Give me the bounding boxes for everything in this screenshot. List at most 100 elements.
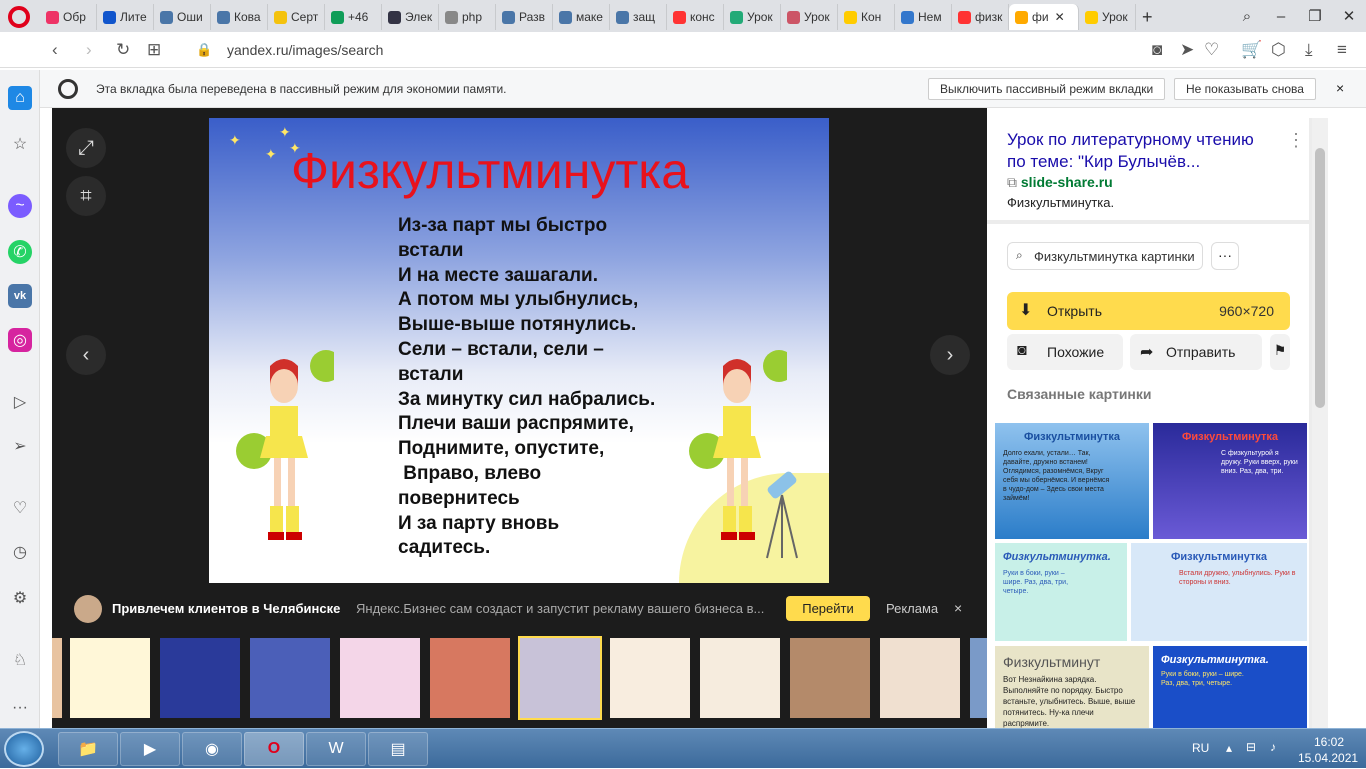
thumbnail[interactable] — [430, 638, 510, 718]
related-image[interactable]: Физкультминутка С физкультурой я дружу. … — [1153, 423, 1307, 539]
tips-bulb-icon[interactable]: ♘ — [8, 648, 32, 672]
messenger-icon[interactable]: ~ — [8, 194, 32, 218]
crop-icon[interactable]: ⌗ — [66, 176, 106, 216]
instagram-icon[interactable]: ◎ — [8, 328, 32, 352]
language-indicator[interactable]: RU — [1192, 741, 1209, 755]
chrome-icon[interactable]: ◉ — [182, 732, 242, 766]
search-query-chip[interactable]: ⌕ Физкультминутка картинки — [1007, 242, 1203, 270]
tab[interactable]: Кон — [838, 4, 895, 30]
source-title-link[interactable]: Урок по литературному чтению по теме: "К… — [1007, 129, 1277, 173]
tab[interactable]: +46 — [325, 4, 382, 30]
prev-image-icon[interactable]: ‹ — [66, 335, 106, 375]
volume-icon[interactable]: ♪ — [1270, 740, 1276, 754]
thumbnail[interactable] — [610, 638, 690, 718]
tab[interactable]: Обр — [40, 4, 97, 30]
related-image[interactable]: Физкультминутка. Руки в боки, руки – шир… — [1153, 646, 1307, 728]
fullscreen-icon[interactable]: ⤢ — [66, 128, 106, 168]
thumbnail[interactable] — [70, 638, 150, 718]
forward-icon[interactable]: › — [86, 40, 92, 60]
player-icon[interactable]: ▷ — [8, 390, 32, 414]
menu-icon[interactable]: ≡ — [1337, 40, 1347, 60]
opera-menu-icon[interactable] — [8, 6, 30, 28]
thumbnail[interactable] — [970, 638, 987, 718]
thumbnail[interactable] — [160, 638, 240, 718]
scrollbar-thumb[interactable] — [1315, 148, 1325, 408]
settings-gear-icon[interactable]: ⚙ — [8, 586, 32, 610]
tab[interactable]: php — [439, 4, 496, 30]
source-site-link[interactable]: ⧉ slide-share.ru — [1007, 174, 1113, 191]
back-icon[interactable]: ‹ — [52, 40, 58, 60]
tab[interactable]: Серт — [268, 4, 325, 30]
panel-scrollbar[interactable] — [1312, 118, 1328, 728]
ad-title[interactable]: Привлечем клиентов в Челябинске — [112, 601, 340, 616]
tab[interactable]: Элек — [382, 4, 439, 30]
box-icon[interactable]: ⬡ — [1271, 40, 1286, 60]
disable-passive-button[interactable]: Выключить пассивный режим вкладки — [928, 78, 1166, 100]
thumbnail-selected[interactable] — [518, 636, 602, 720]
clock-date[interactable]: 15.04.2021 — [1298, 751, 1358, 765]
related-image[interactable]: Физкультминут Вот Незнайкина зарядка. Вы… — [995, 646, 1149, 728]
ad-go-button[interactable]: Перейти — [786, 596, 870, 621]
word-icon[interactable]: W — [306, 732, 366, 766]
tab[interactable]: Нем — [895, 4, 952, 30]
camera-icon[interactable]: ◙ — [1152, 40, 1162, 60]
share-button[interactable]: ➦ Отправить — [1130, 334, 1262, 370]
tab-close-icon[interactable]: ✕ — [1055, 10, 1065, 24]
tab-search-icon[interactable]: ⌕ — [1230, 8, 1264, 25]
reload-icon[interactable]: ↻ — [116, 40, 130, 60]
more-button[interactable]: ··· — [1211, 242, 1239, 270]
related-image[interactable]: Физкультминутка Долго ехали, устали… Так… — [995, 423, 1149, 539]
tab[interactable]: Урок — [1079, 4, 1136, 30]
maximize-icon[interactable]: ❐ — [1298, 7, 1332, 25]
cart-icon[interactable]: 🛒 — [1241, 40, 1262, 60]
open-image-button[interactable]: ⬇ Открыть 960×720 — [1007, 292, 1290, 330]
preview-image[interactable]: ✦ ✦ ✦ ✦ Физкультминутка Из-за парт мы бы… — [209, 118, 829, 583]
winrar-icon[interactable]: ▤ — [368, 732, 428, 766]
thumbnail[interactable] — [700, 638, 780, 718]
history-clock-icon[interactable]: ◷ — [8, 540, 32, 564]
next-image-icon[interactable]: › — [930, 335, 970, 375]
opera-taskbar-icon[interactable]: O — [244, 732, 304, 766]
heart-icon[interactable]: ♡ — [1204, 40, 1219, 60]
bookmark-star-icon[interactable]: ☆ — [8, 132, 32, 156]
infobar-close-icon[interactable]: × — [1336, 80, 1344, 96]
network-icon[interactable]: ⊟ — [1246, 740, 1256, 754]
explorer-icon[interactable]: 📁 — [58, 732, 118, 766]
url-field[interactable]: yandex.ru/images/search — [227, 42, 383, 58]
whatsapp-icon[interactable]: ✆ — [8, 240, 32, 264]
thumbnail[interactable] — [340, 638, 420, 718]
ad-description[interactable]: Яндекс.Бизнес сам создаст и запустит рек… — [356, 601, 766, 616]
related-image[interactable]: Физкультминутка. Руки в боки, руки – шир… — [995, 543, 1127, 641]
close-window-icon[interactable]: ✕ — [1332, 7, 1366, 25]
clock-time[interactable]: 16:02 — [1314, 735, 1344, 749]
thumbnail[interactable] — [880, 638, 960, 718]
tab[interactable]: Лите — [97, 4, 154, 30]
minimize-icon[interactable]: – — [1264, 8, 1298, 25]
thumbnail[interactable] — [250, 638, 330, 718]
media-player-icon[interactable]: ▶ — [120, 732, 180, 766]
ad-close-icon[interactable]: × — [954, 600, 962, 616]
more-dots-icon[interactable]: ··· — [8, 696, 32, 720]
thumbnail[interactable] — [52, 638, 62, 718]
speed-dial-icon[interactable]: ⊞ — [147, 40, 161, 60]
show-hidden-icon[interactable]: ▴ — [1226, 741, 1232, 755]
tab-active[interactable]: фи ✕ — [1009, 4, 1079, 30]
tab[interactable]: Оши — [154, 4, 211, 30]
tab[interactable]: Кова — [211, 4, 268, 30]
new-tab-button[interactable]: + — [1136, 4, 1166, 30]
vk-icon[interactable]: vk — [8, 284, 32, 308]
bookmark-icon[interactable]: ⚑ — [1270, 334, 1290, 370]
tab[interactable]: Разв — [496, 4, 553, 30]
thumbnail[interactable] — [790, 638, 870, 718]
dont-show-again-button[interactable]: Не показывать снова — [1174, 78, 1316, 100]
start-button-icon[interactable] — [4, 731, 44, 767]
downloads-icon[interactable]: ⤓ — [1305, 40, 1313, 60]
tab[interactable]: Урок — [781, 4, 838, 30]
tab[interactable]: Урок — [724, 4, 781, 30]
similar-button[interactable]: ◙ Похожие — [1007, 334, 1123, 370]
kebab-menu-icon[interactable]: ⋮ — [1287, 130, 1305, 151]
close-viewer-icon[interactable]: ✕ — [1337, 115, 1357, 144]
tab[interactable]: маке — [553, 4, 610, 30]
favorites-heart-icon[interactable]: ♡ — [8, 496, 32, 520]
send-icon[interactable]: ➤ — [1180, 40, 1194, 60]
